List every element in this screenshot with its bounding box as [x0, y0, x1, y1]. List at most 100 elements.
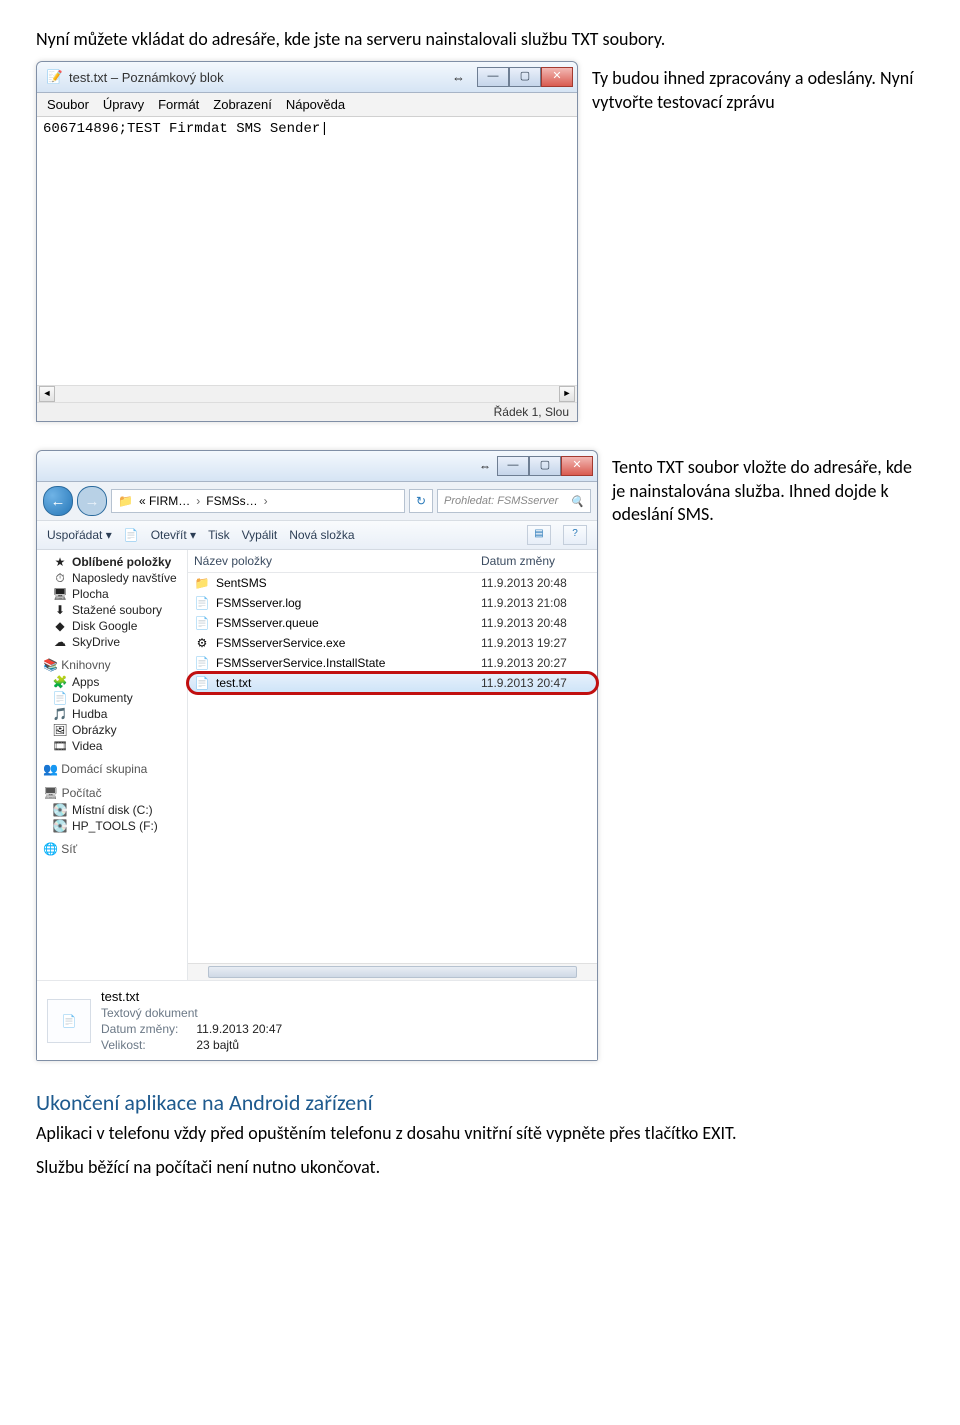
file-row[interactable]: 📄 FSMSserver.queue 11.9.2013 20:48: [188, 613, 597, 633]
tree-music[interactable]: 🎵Hudba: [37, 706, 187, 722]
nav-forward-button[interactable]: →: [77, 486, 107, 516]
crumb-fsmss[interactable]: FSMSs…: [206, 494, 257, 508]
tree-apps[interactable]: 🧩Apps: [37, 674, 187, 690]
close-button[interactable]: ✕: [561, 456, 593, 476]
menu-edit[interactable]: Úpravy: [103, 97, 144, 112]
menu-help[interactable]: Nápověda: [286, 97, 345, 112]
tree-disk-f[interactable]: 💽HP_TOOLS (F:): [37, 818, 187, 834]
folder-icon: 📁: [194, 575, 210, 591]
scroll-right-button[interactable]: ►: [559, 386, 575, 402]
new-folder-button[interactable]: Nová složka: [289, 528, 354, 542]
tree-favorites[interactable]: ★Oblíbené položky: [37, 554, 187, 570]
tree-disk-c[interactable]: 💽Místní disk (C:): [37, 802, 187, 818]
close-button[interactable]: ✕: [541, 67, 573, 87]
minimize-button[interactable]: —: [477, 67, 509, 87]
organize-button[interactable]: Uspořádat ▾: [47, 528, 112, 542]
scroll-left-button[interactable]: ◄: [39, 386, 55, 402]
notepad-textarea[interactable]: 606714896;TEST Firmdat SMS Sender|: [37, 117, 577, 385]
caret-position: Řádek 1, Slou: [494, 405, 569, 419]
search-icon: 🔍: [570, 495, 584, 508]
explorer-navbar: ← → 📁 « FIRM… › FSMSs… › ↻ Prohledat: FS…: [37, 482, 597, 521]
details-file-icon: 📄: [47, 999, 91, 1043]
col-date[interactable]: Datum změny: [481, 554, 591, 568]
music-icon: 🎵: [53, 707, 67, 721]
notepad-title: test.txt – Poznámkový blok: [69, 70, 452, 85]
move-arrows-icon: ⇔: [452, 70, 465, 85]
details-type: Textový dokument: [101, 1006, 282, 1020]
file-rows: 📁 SentSMS 11.9.2013 20:48 📄 FSMSserver.l…: [188, 573, 597, 963]
tree-google-drive[interactable]: ◆Disk Google: [37, 618, 187, 634]
apps-icon: 🧩: [53, 675, 67, 689]
search-input[interactable]: Prohledat: FSMSserver 🔍: [437, 489, 591, 513]
horizontal-scrollbar[interactable]: [188, 963, 597, 980]
search-placeholder: Prohledat: FSMSserver: [444, 495, 558, 507]
tree-downloads[interactable]: ⬇Stažené soubory: [37, 602, 187, 618]
menu-format[interactable]: Formát: [158, 97, 199, 112]
tree-documents[interactable]: 📄Dokumenty: [37, 690, 187, 706]
tree-computer[interactable]: 🖥 Počítač: [37, 784, 187, 802]
notepad-statusbar: Řádek 1, Slou: [37, 402, 577, 421]
file-row-selected[interactable]: 📄 test.txt 11.9.2013 20:47: [188, 673, 597, 693]
open-with-icon: 📄: [124, 528, 139, 542]
file-icon: 📄: [194, 595, 210, 611]
explorer-titlebar: ⇔ — ▢ ✕: [37, 451, 597, 482]
breadcrumb[interactable]: 📁 « FIRM… › FSMSs… ›: [111, 489, 405, 513]
details-size-value: 23 bajtů: [196, 1038, 282, 1052]
file-row[interactable]: 📁 SentSMS 11.9.2013 20:48: [188, 573, 597, 593]
section-heading: Ukončení aplikace na Android zařízení: [36, 1089, 924, 1116]
file-icon: 📄: [194, 655, 210, 671]
clock-icon: ⏱: [53, 571, 67, 585]
file-row[interactable]: 📄 FSMSserver.log 11.9.2013 21:08: [188, 593, 597, 613]
disk-icon: 💽: [53, 803, 67, 817]
col-name[interactable]: Název položky: [194, 554, 481, 568]
details-mod-value: 11.9.2013 20:47: [196, 1022, 282, 1036]
disk-icon: 💽: [53, 819, 67, 833]
end-paragraph-2: Službu běžící na počítači není nutno uko…: [36, 1156, 924, 1179]
details-pane: 📄 test.txt Textový dokument Datum změny:…: [37, 980, 597, 1060]
tree-network[interactable]: 🌐 Síť: [37, 840, 187, 858]
explorer-caption: Tento TXT soubor vložte do adresáře, kde…: [612, 450, 924, 526]
exe-icon: ⚙: [194, 635, 210, 651]
explorer-body: ★Oblíbené položky ⏱Naposledy navštíve 🖥P…: [37, 550, 597, 980]
pictures-icon: 🖼: [53, 723, 67, 737]
chevron-right-icon: ›: [264, 494, 268, 508]
tree-videos[interactable]: 🎞Videa: [37, 738, 187, 754]
file-row[interactable]: 📄 FSMSserverService.InstallState 11.9.20…: [188, 653, 597, 673]
tree-desktop[interactable]: 🖥Plocha: [37, 586, 187, 602]
crumb-firm[interactable]: « FIRM…: [139, 494, 190, 508]
figure-notepad-row: 📝 test.txt – Poznámkový blok ⇔ — ▢ ✕ Sou…: [36, 61, 924, 422]
intro-paragraph: Nyní můžete vkládat do adresáře, kde jst…: [36, 28, 924, 51]
refresh-icon: ↻: [416, 494, 426, 508]
file-columns: Název položky Datum změny: [188, 550, 597, 573]
tree-recent[interactable]: ⏱Naposledy navštíve: [37, 570, 187, 586]
details-size-label: Velikost:: [101, 1038, 178, 1052]
minimize-button[interactable]: —: [497, 456, 529, 476]
burn-button[interactable]: Vypálit: [242, 528, 278, 542]
drive-icon: ◆: [53, 619, 67, 633]
txt-icon: 📄: [194, 675, 210, 691]
file-icon: 📄: [194, 615, 210, 631]
file-pane: Název položky Datum změny 📁 SentSMS 11.9…: [188, 550, 597, 980]
maximize-button[interactable]: ▢: [509, 67, 541, 87]
scroll-thumb[interactable]: [208, 966, 577, 978]
menu-view[interactable]: Zobrazení: [213, 97, 272, 112]
notepad-window: 📝 test.txt – Poznámkový blok ⇔ — ▢ ✕ Sou…: [36, 61, 578, 422]
view-mode-button[interactable]: ▤: [527, 525, 551, 545]
move-arrows-icon: ⇔: [479, 459, 491, 473]
explorer-window: ⇔ — ▢ ✕ ← → 📁 « FIRM… › FSMSs… › ↻ Prohl…: [36, 450, 598, 1061]
file-row[interactable]: ⚙ FSMSserverService.exe 11.9.2013 19:27: [188, 633, 597, 653]
open-button[interactable]: Otevřít ▾: [151, 528, 196, 542]
refresh-button[interactable]: ↻: [409, 489, 433, 513]
print-button[interactable]: Tisk: [208, 528, 230, 542]
horizontal-scrollbar[interactable]: ◄ ►: [37, 385, 577, 402]
menu-file[interactable]: Soubor: [47, 97, 89, 112]
tree-skydrive[interactable]: ☁SkyDrive: [37, 634, 187, 650]
nav-back-button[interactable]: ←: [43, 486, 73, 516]
tree-libraries[interactable]: 📚 Knihovny: [37, 656, 187, 674]
tree-homegroup[interactable]: 👥 Domácí skupina: [37, 760, 187, 778]
figure-explorer-row: ⇔ — ▢ ✕ ← → 📁 « FIRM… › FSMSs… › ↻ Prohl…: [36, 450, 924, 1061]
maximize-button[interactable]: ▢: [529, 456, 561, 476]
tree-pictures[interactable]: 🖼Obrázky: [37, 722, 187, 738]
help-button[interactable]: ?: [563, 525, 587, 545]
star-icon: ★: [53, 555, 67, 569]
